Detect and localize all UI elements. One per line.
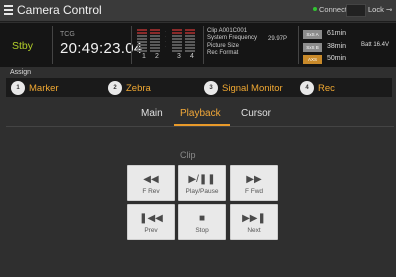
rec-format-label: Rec Format — [207, 50, 239, 57]
fast-rewind-icon: ◀◀ — [143, 174, 159, 185]
play-pause-icon: ▶/❚❚ — [188, 174, 216, 185]
skip-next-icon: ▶▶❚ — [242, 213, 266, 224]
connection-indicator-icon — [313, 7, 317, 11]
clip-name: Clip A001C001 — [207, 28, 248, 34]
button-label: F Fwd — [244, 188, 264, 195]
clip-info: Clip A001C001 System Frequency Picture S… — [207, 28, 257, 58]
timecode-label: TCG — [60, 31, 75, 38]
recording-mode: Stby — [12, 40, 34, 52]
audio-channel-label: 1 — [142, 53, 146, 60]
fast-forward-icon: ▶▶ — [246, 174, 262, 185]
media-slot-axs: AXS 50min — [303, 53, 363, 65]
stop-button[interactable]: ■ Stop — [178, 204, 226, 240]
button-label: Stop — [195, 227, 209, 234]
assign-button-3[interactable]: 3 Signal Monitor — [204, 80, 283, 96]
audio-meter-2 — [150, 29, 160, 55]
hamburger-menu-icon[interactable] — [4, 5, 13, 15]
media-slot-badge: SxS B — [303, 42, 322, 52]
skip-previous-icon: ❚◀◀ — [139, 213, 163, 224]
audio-channel-label: 4 — [190, 53, 194, 60]
assign-number-icon: 2 — [108, 81, 122, 95]
title-bar: Camera Control Connected Lock ⊸ — [0, 0, 396, 22]
system-frequency-value: 29.97P — [268, 36, 288, 42]
tab-main[interactable]: Main — [141, 108, 163, 119]
assign-function-label: Marker — [29, 82, 59, 94]
divider — [131, 26, 132, 64]
media-remaining-time: 61min — [327, 30, 347, 37]
assign-number-icon: 1 — [11, 81, 25, 95]
media-remaining-time: 38min — [327, 42, 347, 50]
clip-section-title: Clip — [180, 150, 196, 160]
status-panel: Stby TCG 20:49:23.04 · · · · 1 2 3 4 Clip A… — [0, 23, 396, 67]
button-label: Next — [247, 227, 261, 234]
tab-cursor[interactable]: Cursor — [241, 108, 271, 119]
audio-meter-1 — [137, 29, 147, 55]
assign-function-label: Zebra — [126, 82, 151, 94]
audio-channel-label: 3 — [177, 53, 181, 60]
media-remaining: SxS A 61min SxS B 38min AXS 50min — [303, 28, 363, 66]
media-slot-b: SxS B 38min — [303, 41, 363, 53]
picture-size-label: Picture Size — [207, 42, 240, 49]
tab-divider — [6, 126, 394, 127]
fast-forward-button[interactable]: ▶▶ F Fwd — [230, 165, 278, 201]
play-pause-button[interactable]: ▶/❚❚ Play/Pause — [178, 165, 226, 201]
audio-meter-4 — [185, 29, 195, 55]
audio-channel-label: 2 — [155, 53, 159, 60]
divider — [52, 26, 53, 64]
divider — [298, 26, 299, 64]
app-title: Camera Control — [17, 3, 102, 17]
audio-meter-scale: · · · · — [165, 30, 167, 49]
battery-voltage: Batt 16.4V — [361, 42, 390, 48]
assign-label: Assign — [10, 69, 32, 76]
system-frequency-label: System Frequency — [207, 35, 258, 42]
audio-level-meters: · · · · — [137, 29, 199, 55]
lock-label: Lock ⊸ — [368, 5, 393, 14]
button-label: Play/Pause — [185, 188, 219, 195]
assign-button-1[interactable]: 1 Marker — [11, 80, 59, 96]
lock-toggle[interactable] — [346, 4, 366, 17]
button-label: Prev — [144, 227, 158, 234]
media-slot-badge: SxS A — [303, 30, 322, 39]
assign-button-4[interactable]: 4 Rec — [300, 80, 335, 96]
assign-function-label: Rec — [318, 82, 335, 94]
media-slot-badge: AXS — [303, 55, 322, 64]
tab-playback[interactable]: Playback — [180, 108, 221, 119]
button-label: F Rev — [142, 188, 160, 195]
assign-function-label: Signal Monitor — [222, 82, 283, 94]
stop-icon: ■ — [198, 213, 206, 224]
media-slot-a: SxS A 61min — [303, 28, 363, 40]
audio-meter-3 — [172, 29, 182, 55]
assign-button-2[interactable]: 2 Zebra — [108, 80, 151, 96]
assign-number-icon: 3 — [204, 81, 218, 95]
camera-control-window: Camera Control Connected Lock ⊸ Stby TCG… — [0, 0, 396, 277]
key-icon: ⊸ — [385, 5, 393, 14]
assign-number-icon: 4 — [300, 81, 314, 95]
fast-rewind-button[interactable]: ◀◀ F Rev — [127, 165, 175, 201]
previous-button[interactable]: ❚◀◀ Prev — [127, 204, 175, 240]
media-remaining-time: 50min — [327, 55, 347, 62]
divider — [203, 26, 204, 64]
next-button[interactable]: ▶▶❚ Next — [230, 204, 278, 240]
